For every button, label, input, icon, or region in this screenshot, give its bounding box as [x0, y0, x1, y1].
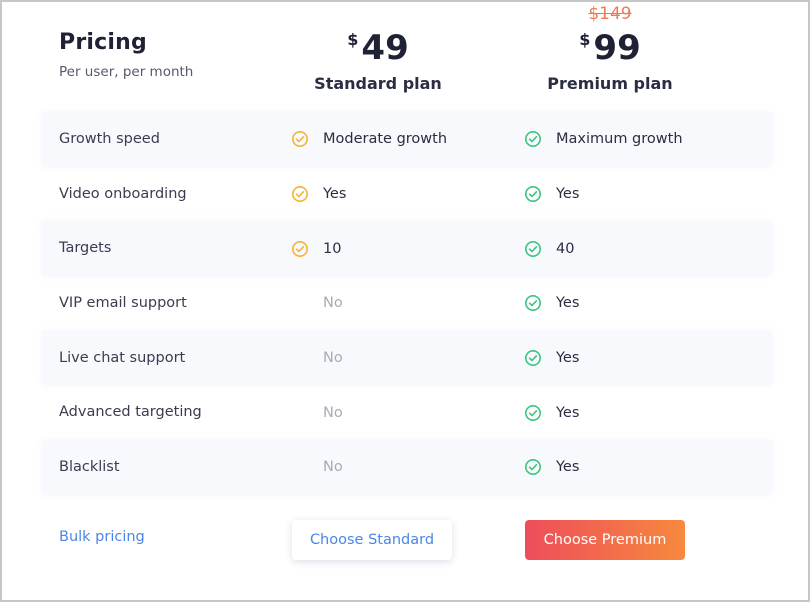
choose-premium-button[interactable]: Choose Premium [525, 520, 685, 560]
feature-row: VIP email support No Yes [42, 276, 772, 331]
standard-cell: Yes [291, 167, 346, 222]
standard-currency: $ [347, 30, 359, 49]
standard-plan-header: $49 Standard plan [268, 2, 488, 112]
premium-value: Yes [556, 295, 580, 312]
standard-value: Yes [323, 186, 347, 203]
standard-value: No [323, 404, 343, 421]
premium-price-amount: 99 [593, 28, 641, 68]
premium-value: Yes [556, 186, 580, 203]
premium-plan-name: Premium plan [547, 74, 673, 93]
choose-standard-button[interactable]: Choose Standard [292, 520, 452, 560]
premium-cell: Yes [524, 276, 579, 331]
standard-price: $49 [268, 28, 488, 68]
standard-value: No [323, 459, 343, 476]
premium-value: Yes [556, 404, 580, 421]
check-circle-icon [524, 349, 542, 367]
premium-price: $99 [500, 28, 720, 68]
check-circle-icon [524, 185, 542, 203]
bulk-pricing-link[interactable]: Bulk pricing [59, 529, 145, 545]
premium-cell: Yes [524, 385, 579, 440]
standard-value: 10 [323, 240, 342, 257]
standard-value: No [323, 350, 343, 367]
page-subtitle: Per user, per month [59, 64, 194, 80]
standard-cell: Moderate growth [291, 112, 447, 167]
check-circle-icon [524, 240, 542, 258]
feature-name: VIP email support [59, 295, 187, 312]
page-title: Pricing [59, 30, 147, 55]
feature-row: Blacklist No Yes [42, 440, 772, 495]
feature-name: Blacklist [59, 459, 120, 476]
feature-row: Targets 10 40 [42, 221, 772, 277]
premium-cell: Yes [524, 167, 579, 222]
check-circle-icon [291, 130, 309, 148]
premium-cell: Yes [524, 440, 579, 495]
feature-row: Live chat support No Yes [42, 330, 772, 386]
standard-plan-name: Standard plan [314, 74, 442, 93]
premium-cell: 40 [524, 221, 574, 276]
feature-row: Advanced targeting No Yes [42, 385, 772, 440]
standard-cell: No [291, 276, 343, 331]
premium-currency: $ [579, 30, 591, 49]
pricing-header: Pricing Per user, per month $49 Standard… [2, 2, 808, 112]
premium-cell: Maximum growth [524, 112, 683, 167]
check-circle-icon [524, 130, 542, 148]
standard-price-amount: 49 [361, 28, 409, 68]
standard-cell: No [291, 440, 343, 495]
standard-cell: 10 [291, 221, 341, 276]
premium-value: Yes [556, 459, 580, 476]
feature-row: Video onboarding Yes Yes [42, 167, 772, 222]
premium-value: 40 [556, 240, 575, 257]
pricing-table: Pricing Per user, per month $49 Standard… [0, 0, 810, 602]
feature-name: Live chat support [59, 349, 186, 366]
check-circle-icon [291, 240, 309, 258]
feature-row: Growth speed Moderate growth Maximum growt… [42, 112, 772, 167]
premium-old-price: $149 [588, 4, 632, 24]
standard-value: Moderate growth [323, 131, 448, 148]
feature-name: Advanced targeting [59, 404, 202, 421]
check-circle-icon [524, 458, 542, 476]
premium-plan-header: $149 $99 Premium plan [500, 2, 720, 112]
feature-name: Targets [59, 240, 112, 257]
premium-value: Yes [556, 350, 580, 367]
feature-rows: Growth speed Moderate growth Maximum growt… [42, 112, 772, 495]
pricing-footer: Bulk pricing Choose Standard Choose Prem… [2, 512, 808, 572]
feature-name: Video onboarding [59, 185, 187, 202]
check-circle-icon [291, 185, 309, 203]
standard-cell: No [291, 331, 343, 386]
standard-cell: No [291, 385, 343, 440]
premium-value: Maximum growth [556, 131, 683, 148]
check-circle-icon [524, 404, 542, 422]
premium-cell: Yes [524, 331, 579, 386]
standard-value: No [323, 295, 343, 312]
feature-name: Growth speed [59, 131, 160, 147]
check-circle-icon [524, 294, 542, 312]
